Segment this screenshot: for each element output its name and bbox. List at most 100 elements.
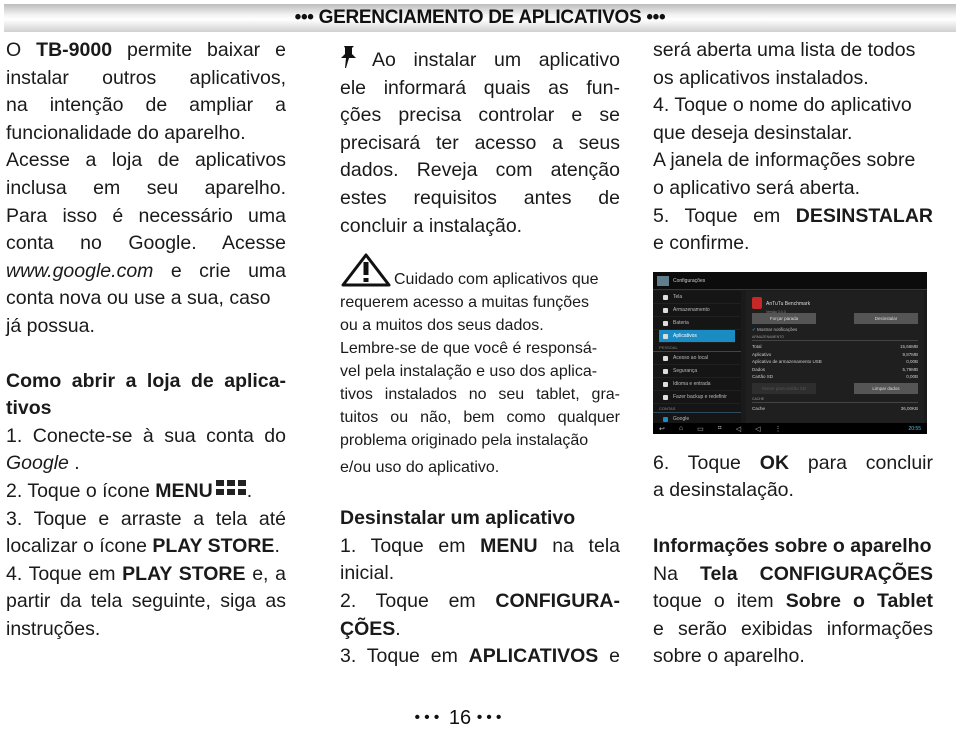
step-1: 1. Conecte-se à sua conta do <box>6 424 286 447</box>
warning-line: tuitos ou não, bem como qualquer <box>340 409 620 427</box>
label: Segurança <box>673 368 698 374</box>
note-line: concluir a instalação. <box>340 214 523 237</box>
info-line: toque o item Sobre o Tablet <box>653 588 933 616</box>
pushpin-icon <box>341 46 356 68</box>
move-to-sd-button[interactable]: Mover para cartão SD <box>752 382 816 394</box>
home-icon[interactable]: ⌂ <box>679 425 683 432</box>
intro-line: Acesse a loja de aplicativos <box>6 149 286 172</box>
text: toque o item <box>653 590 786 613</box>
app-name-block: AnTuTu Benchmark Versão 3.0.3 <box>766 292 810 314</box>
sidebar-item-storage[interactable]: Armazenamento <box>653 304 741 317</box>
value: 15,66MB <box>899 344 918 350</box>
storage-row: Aplicativo 9,87MB <box>752 351 918 359</box>
android-nav-bar: ↩ ⌂ ▭ ⌗ ◁ ◁ ⋮ 20:55 <box>653 423 927 434</box>
intro-line: Para isso é necessário uma <box>6 204 286 227</box>
open-store-heading: Como abrir a loja de aplica- <box>6 369 286 392</box>
text: para concluir <box>789 451 933 474</box>
label: Dados <box>752 366 766 372</box>
menu-label: MENU <box>480 534 538 557</box>
bullet-decoration: ••• <box>414 709 444 726</box>
note-line: ções precisa controlar e se <box>340 104 620 127</box>
text: Cuidado com aplicativos que <box>394 271 599 289</box>
warning-line: Cuidado com aplicativos que <box>340 252 620 291</box>
text-line: será aberta uma lista de todos <box>653 39 916 61</box>
apps-label: APLICATIVOS <box>468 645 599 668</box>
sidebar-item-location[interactable]: Acesso ao local <box>653 352 741 365</box>
sidebar-item-language[interactable]: Idioma e entrada <box>653 378 741 391</box>
intro-line: na intenção de ampliar a <box>6 94 286 117</box>
antutu-app-icon <box>752 297 762 309</box>
settings-title: Configurações <box>673 277 706 284</box>
text: 3. Toque em <box>340 645 469 668</box>
text: O <box>6 39 37 61</box>
text: na tela <box>537 534 620 557</box>
text-line: A janela de informações sobre <box>653 149 916 172</box>
step-2: 2. Toque o ícone MENU. <box>6 478 286 506</box>
storage-row: Aplicativo de armazenamento USB 0,00B <box>752 358 918 366</box>
clear-data-button[interactable]: Limpar dados <box>854 382 918 394</box>
step-6: 6. Toque OK para concluir <box>653 450 933 478</box>
note-line: Ao instalar um aplicativo <box>340 44 620 75</box>
uninstall-button[interactable]: Desinstalar <box>854 313 918 324</box>
battery-icon <box>663 320 668 326</box>
intro-line: www.google.com e crie uma <box>6 258 286 286</box>
menu-label: MENU <box>155 479 213 502</box>
label: Aplicativo de armazenamento USB <box>752 359 822 365</box>
text: . <box>68 452 80 475</box>
step-4-line: 4. Toque o nome do aplicativo <box>653 94 912 117</box>
open-store-heading-cont: tivos <box>6 397 52 420</box>
warning-triangle-icon <box>341 253 391 287</box>
label: Total <box>752 344 762 350</box>
text: e, a <box>245 562 286 585</box>
play-store-label: PLAY STORE <box>152 535 275 558</box>
volume-down-icon[interactable]: ◁ <box>736 425 741 433</box>
sidebar-item-battery[interactable]: Bateria <box>653 317 741 330</box>
value: 36,00KB <box>900 405 918 411</box>
warning-line: vel pela instalação e uso dos aplica- <box>340 363 598 381</box>
intro-line: inclusa em seu aparelho. <box>6 176 286 199</box>
text: 6. Toque <box>653 451 760 474</box>
warning-note: Cuidado com aplicativos que requerem ace… <box>340 252 620 479</box>
sidebar-section-accounts: CONTAS <box>653 404 741 413</box>
text: Na <box>653 562 700 585</box>
sidebar-item-backup[interactable]: Fazer backup e redefinir <box>653 391 741 404</box>
screenshot-icon[interactable]: ⌗ <box>718 425 722 433</box>
about-tablet-label: Sobre o Tablet <box>785 590 933 613</box>
app-header: AnTuTu Benchmark Versão 3.0.3 <box>752 292 918 314</box>
warning-line: Lembre-se de que você é responsá- <box>340 340 598 358</box>
step-5: 5. Toque em DESINSTALAR <box>653 203 933 231</box>
back-icon[interactable]: ↩ <box>659 425 665 433</box>
google-account-icon <box>663 416 668 422</box>
sidebar-item-security[interactable]: Segurança <box>653 365 741 378</box>
show-notifications-checkbox[interactable]: ✔ Mostrar notificações <box>752 327 918 333</box>
intro-line: funcionalidade do aparelho. <box>6 121 246 144</box>
label: Aplicativos <box>673 333 697 339</box>
text: 2. Toque o ícone <box>6 479 156 502</box>
text-line: o aplicativo será aberta. <box>653 176 861 199</box>
step-3: 3. Toque e arraste a tela até <box>6 507 286 530</box>
ok-label: OK <box>759 451 790 474</box>
settings-label: CONFIGURA- <box>495 589 620 612</box>
label: Tela <box>673 294 683 300</box>
sidebar-item-apps[interactable]: Aplicativos <box>659 330 735 343</box>
volume-up-icon[interactable]: ◁ <box>755 425 760 433</box>
label: Cache <box>752 405 766 411</box>
uninstall-step-3: 3. Toque em APLICATIVOS e <box>340 643 620 671</box>
bullet-decoration: ••• <box>476 709 506 726</box>
label: Mostrar notificações <box>757 327 798 332</box>
label: Armazenamento <box>673 307 710 313</box>
sidebar-item-display[interactable]: Tela <box>653 291 741 304</box>
storage-buttons: Mover para cartão SD Limpar dados <box>752 382 918 394</box>
backup-icon <box>663 394 668 400</box>
page-number: 16 <box>448 707 472 729</box>
uninstall-label: DESINSTALAR <box>795 204 933 227</box>
force-stop-button[interactable]: Forçar parada <box>752 313 816 324</box>
recent-apps-icon[interactable]: ▭ <box>697 425 704 433</box>
storage-row: Cartão SD 0,00B <box>752 373 918 381</box>
label: Acesso ao local <box>673 355 709 361</box>
section-title: ••• GERENCIAMENTO DE APLICATIVOS ••• <box>294 7 666 28</box>
text: . <box>395 617 401 640</box>
menu-dots-icon[interactable]: ⋮ <box>774 425 781 433</box>
check-icon: ✔ <box>752 327 756 332</box>
text: e crie uma <box>153 259 286 282</box>
